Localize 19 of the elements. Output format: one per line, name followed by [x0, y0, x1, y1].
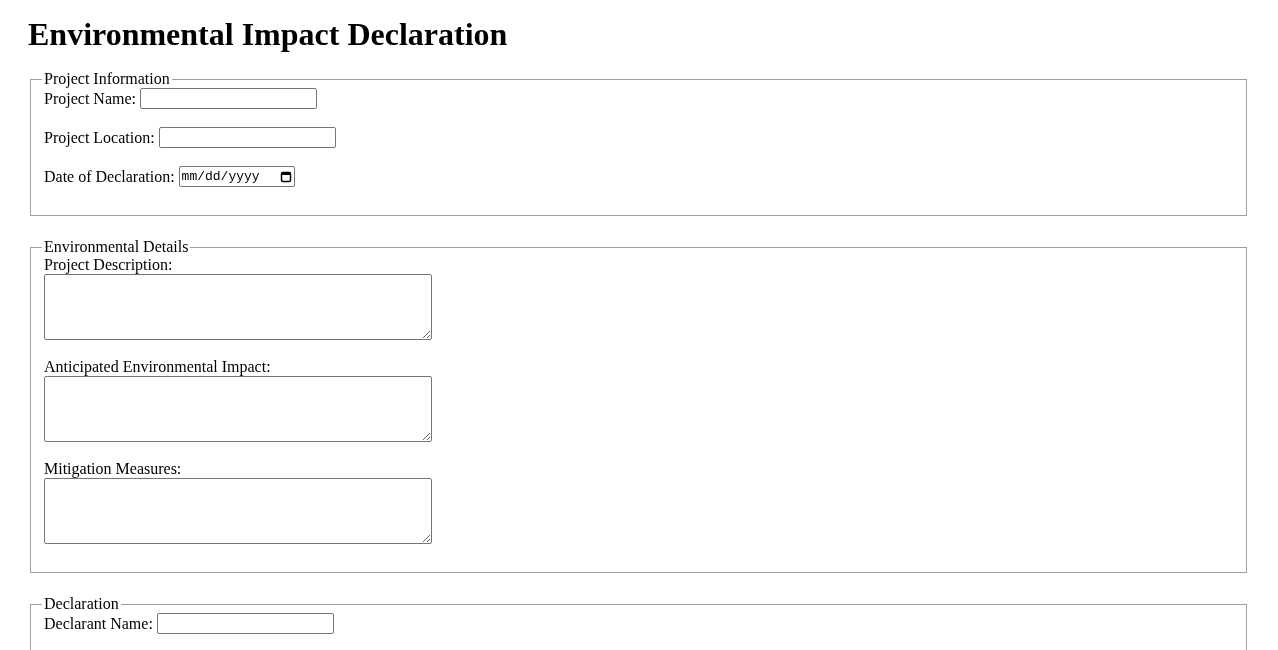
- field-label: Date of Declaration:: [44, 166, 175, 187]
- input-field[interactable]: [139, 88, 317, 109]
- section-legend: Declaration: [42, 595, 121, 613]
- field-label: Project Name:: [44, 88, 136, 110]
- text-area[interactable]: [44, 478, 432, 544]
- field-label: Declarant Name:: [44, 613, 153, 634]
- calendar-icon[interactable]: [279, 170, 292, 183]
- page-title: Environmental Impact Declaration: [28, 15, 509, 54]
- field-label: Project Location:: [44, 127, 155, 149]
- field-label: Mitigation Measures:: [44, 460, 183, 478]
- text-area[interactable]: [44, 274, 432, 340]
- section-legend: Project Information: [42, 70, 172, 88]
- field-label: Project Description:: [44, 256, 174, 274]
- date-field[interactable]: mm/dd/yyyy: [178, 166, 295, 187]
- section-legend: Environmental Details: [42, 238, 191, 256]
- field-label: Anticipated Environmental Impact:: [44, 358, 272, 376]
- input-field[interactable]: [156, 613, 334, 634]
- input-field[interactable]: [158, 127, 336, 148]
- text-area[interactable]: [44, 376, 432, 442]
